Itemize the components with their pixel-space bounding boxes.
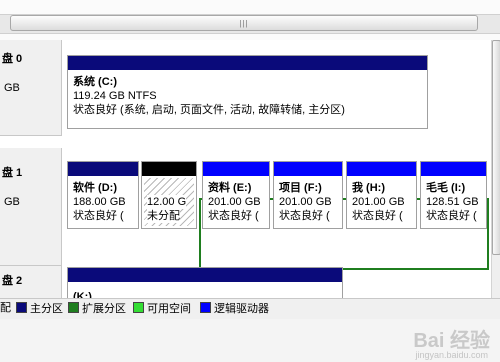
disk-2-label[interactable]: 盘 2 bbox=[0, 266, 62, 298]
vertical-scrollbar[interactable] bbox=[491, 40, 500, 298]
unallocated-bar bbox=[142, 162, 196, 176]
legend-logical: 逻辑驱动器 bbox=[200, 302, 269, 316]
legend-label: 可用空间 bbox=[147, 303, 191, 315]
scroll-grip-icon: ||| bbox=[239, 19, 249, 28]
legend-label: 主分区 bbox=[30, 303, 63, 315]
volume-size: 201.00 GB bbox=[208, 196, 261, 208]
free-swatch-icon bbox=[133, 302, 144, 313]
volume-name: 我 (H:) bbox=[352, 182, 385, 194]
legend-partial-label: 配 bbox=[0, 302, 11, 314]
logical-swatch-icon bbox=[200, 302, 211, 313]
volume-c[interactable]: 系统 (C:) 119.24 GB NTFS 状态良好 (系统, 启动, 页面文… bbox=[67, 55, 428, 129]
primary-partition-bar bbox=[68, 162, 138, 176]
horizontal-scrollbar[interactable]: ||| bbox=[0, 0, 500, 40]
volume-size: 201.00 GB bbox=[279, 196, 332, 208]
disk-name: 盘 0 bbox=[2, 53, 23, 65]
volume-status: 状态良好 ( bbox=[352, 210, 403, 222]
volume-name: 资料 (E:) bbox=[208, 182, 252, 194]
volume-f[interactable]: 项目 (F:) 201.00 GB 状态良好 ( bbox=[273, 161, 343, 229]
unallocated-space[interactable]: 12.00 G 未分配 bbox=[141, 161, 197, 229]
volume-status: 状态良好 ( bbox=[73, 210, 124, 222]
primary-swatch-icon bbox=[16, 302, 27, 313]
legend-extended: 扩展分区 bbox=[68, 302, 126, 316]
disk-size: GB bbox=[4, 82, 20, 94]
volume-e[interactable]: 资料 (E:) 201.00 GB 状态良好 ( bbox=[202, 161, 270, 229]
disk-1-label[interactable]: 盘 1 GB bbox=[0, 148, 62, 266]
primary-partition-bar bbox=[68, 56, 427, 70]
disk-0-label[interactable]: 盘 0 GB bbox=[0, 40, 62, 136]
volume-size: 119.24 GB NTFS bbox=[73, 90, 157, 102]
disk-name: 盘 2 bbox=[2, 275, 23, 287]
bottom-area: Bai 经验 jingyan.baidu.com bbox=[0, 319, 500, 362]
volume-size: 201.00 GB bbox=[352, 196, 405, 208]
volume-size: 188.00 GB bbox=[73, 196, 126, 208]
legend: 配 主分区 扩展分区 可用空间 逻辑驱动器 bbox=[0, 298, 500, 320]
volume-status: 状态良好 ( bbox=[279, 210, 330, 222]
volume-status: 未分配 bbox=[147, 209, 180, 223]
volume-status: 状态良好 ( bbox=[426, 210, 477, 222]
volume-name: 系统 (C:) bbox=[73, 76, 117, 88]
legend-free: 可用空间 bbox=[133, 302, 191, 316]
legend-primary: 主分区 bbox=[16, 302, 63, 316]
scrollbar-thumb[interactable]: ||| bbox=[10, 15, 478, 31]
watermark-url: jingyan.baidu.com bbox=[415, 350, 488, 360]
disk-size: GB bbox=[4, 196, 20, 208]
volume-status: 状态良好 ( bbox=[208, 210, 259, 222]
logical-drive-bar bbox=[274, 162, 342, 176]
disk-map: 盘 0 GB 系统 (C:) 119.24 GB NTFS 状态良好 (系统, … bbox=[0, 40, 491, 298]
volume-status: 状态良好 (系统, 启动, 页面文件, 活动, 故障转储, 主分区) bbox=[73, 104, 345, 116]
volume-k[interactable]: (K:) bbox=[67, 267, 343, 298]
volume-name: 软件 (D:) bbox=[73, 182, 117, 194]
volume-i[interactable]: 毛毛 (I:) 128.51 GB 状态良好 ( bbox=[420, 161, 487, 229]
extended-swatch-icon bbox=[68, 302, 79, 313]
volume-d[interactable]: 软件 (D:) 188.00 GB 状态良好 ( bbox=[67, 161, 139, 229]
scrollbar-thumb[interactable] bbox=[492, 40, 500, 255]
volume-name: (K:) bbox=[73, 291, 92, 298]
logical-drive-bar bbox=[347, 162, 416, 176]
volume-name: 项目 (F:) bbox=[279, 182, 322, 194]
volume-name: 毛毛 (I:) bbox=[426, 182, 466, 194]
legend-label: 扩展分区 bbox=[82, 303, 126, 315]
disk-name: 盘 1 bbox=[2, 167, 23, 179]
volume-size: 12.00 G bbox=[147, 195, 187, 209]
volume-h[interactable]: 我 (H:) 201.00 GB 状态良好 ( bbox=[346, 161, 417, 229]
logical-drive-bar bbox=[203, 162, 269, 176]
legend-label: 逻辑驱动器 bbox=[214, 303, 269, 315]
volume-size: 128.51 GB bbox=[426, 196, 479, 208]
watermark: Bai 经验 bbox=[413, 330, 490, 352]
logical-drive-bar bbox=[421, 162, 486, 176]
primary-partition-bar bbox=[68, 268, 342, 282]
